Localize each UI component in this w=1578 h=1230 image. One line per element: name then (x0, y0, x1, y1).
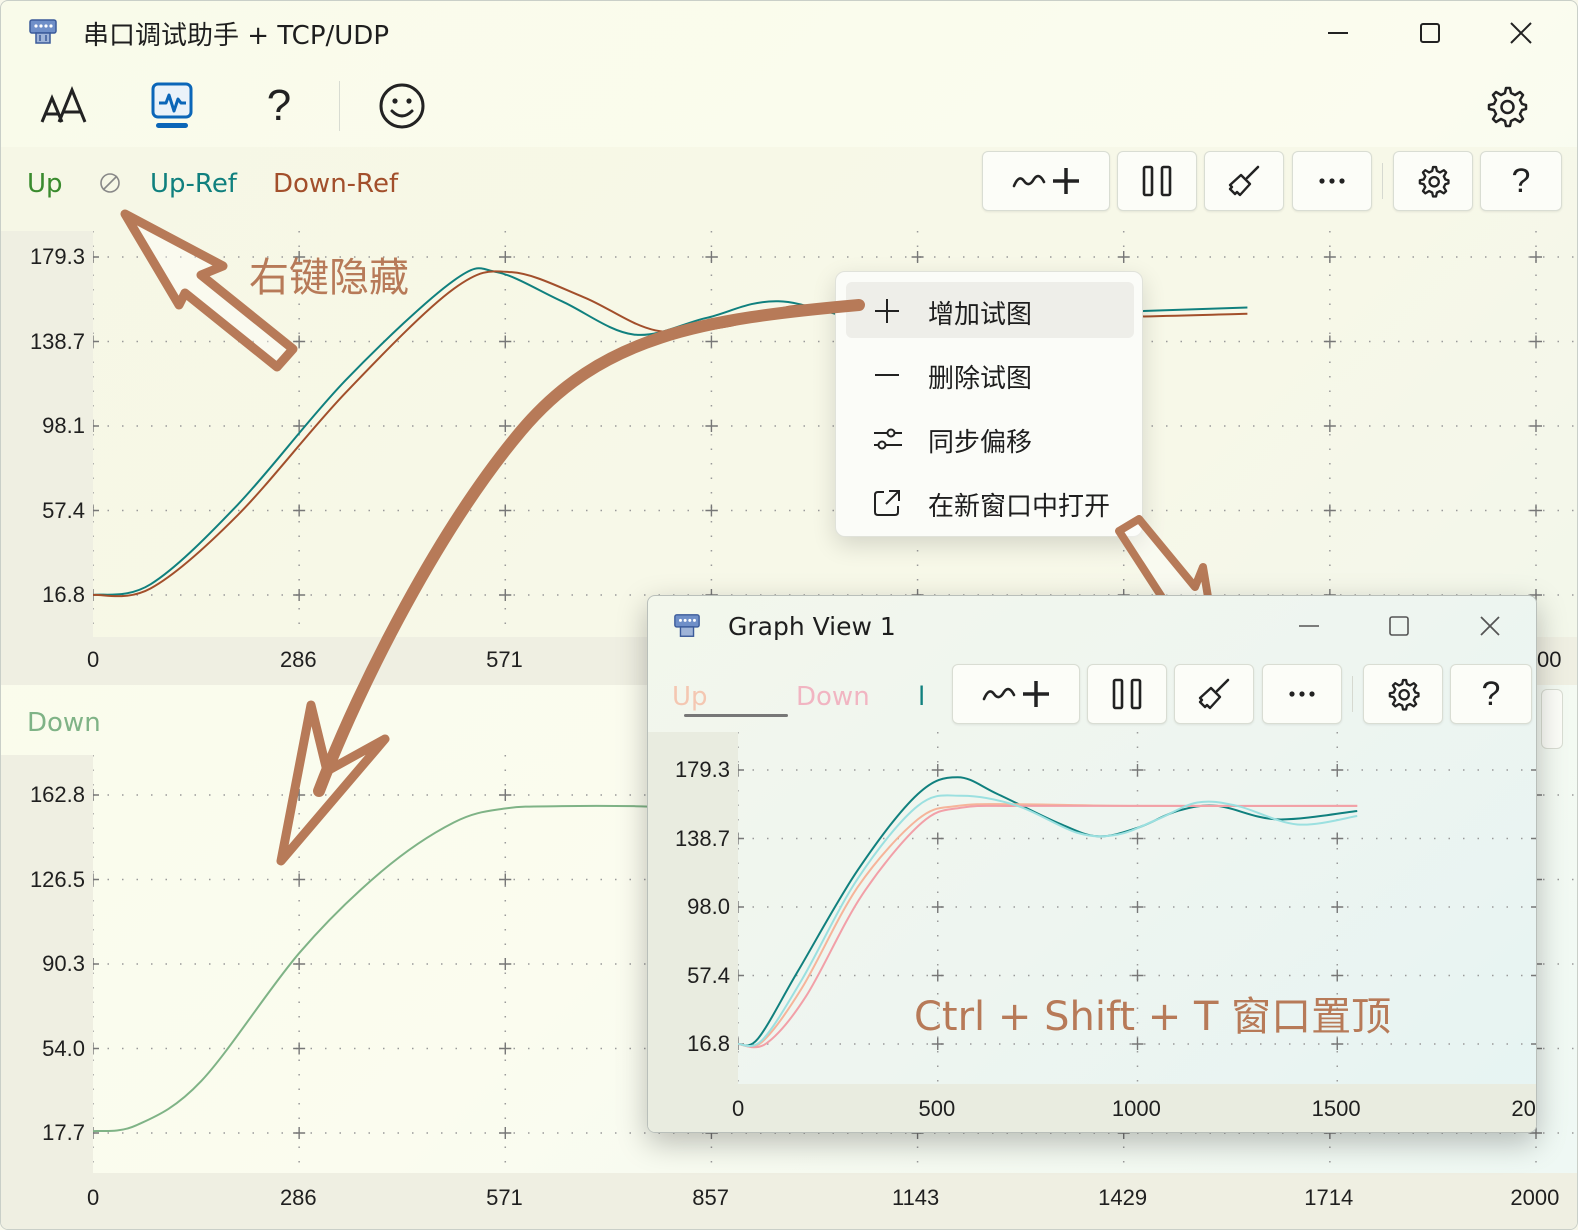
pause-icon (1112, 678, 1142, 710)
gv-help-button[interactable]: ? (1450, 664, 1532, 724)
main-window: 串口调试助手 + TCP/UDP ? Up Up-Ref Down-Ref ? … (0, 0, 1578, 1230)
topmost-hint-text: Ctrl + Shift + T 窗口置顶 (914, 994, 1392, 1040)
grid-cross (738, 832, 744, 845)
y-tick-label: 98.0 (687, 894, 730, 919)
grid-cross (738, 901, 744, 913)
grid-cross (1531, 906, 1536, 908)
grid-cross (1331, 969, 1344, 982)
x-tick-label: 500 (918, 1096, 956, 1121)
grid-cross (1531, 974, 1536, 977)
grid-cross (1531, 837, 1536, 840)
hide-hint-text: 右键隐藏 (249, 255, 409, 301)
x-tick-label: 2000 (1511, 1096, 1536, 1121)
broom-icon (1198, 678, 1230, 710)
app-icon (674, 614, 700, 637)
add-view-arrow-head (276, 700, 390, 866)
x-tick-label: 1000 (1111, 1096, 1161, 1121)
gv-pause-button[interactable] (1087, 664, 1167, 724)
gv-xaxis-band (648, 1084, 1536, 1132)
grid-cross (1531, 769, 1536, 771)
grid-cross (1331, 764, 1344, 776)
gv-toolbar-divider (1352, 676, 1353, 712)
gv-legend-partial[interactable]: l (918, 682, 928, 712)
grid-cross (1131, 832, 1144, 845)
wave-plus-icon (982, 681, 1049, 707)
gv-add-series-button[interactable] (952, 664, 1080, 724)
gv-legend-up[interactable]: Up (672, 682, 708, 712)
grid-cross (1131, 969, 1144, 982)
grid-cross (931, 969, 944, 982)
y-tick-label: 57.4 (687, 962, 730, 988)
gv-more-button[interactable] (1262, 664, 1342, 724)
maximize-icon (1389, 616, 1409, 636)
more-icon (1289, 691, 1315, 697)
y-tick-label: 179.3 (674, 757, 730, 782)
grid-cross (1131, 901, 1144, 913)
gv-settings-button[interactable] (1363, 664, 1443, 724)
gear-icon (1388, 678, 1420, 711)
y-tick-label: 16.8 (687, 1031, 730, 1056)
graph-maximize-button[interactable] (1376, 604, 1422, 648)
grid-cross (1331, 901, 1344, 913)
grid-cross (931, 764, 944, 776)
legend-scrollbar[interactable] (684, 714, 788, 717)
x-tick-label: 1500 (1311, 1096, 1361, 1121)
y-tick-label: 138.7 (674, 825, 730, 851)
close-icon (1480, 616, 1500, 636)
gv-legend-down[interactable]: Down (796, 682, 870, 712)
graph-view-window: Graph View 1 Up Down l ? 179.3 138.7 98.… (647, 595, 1537, 1133)
graph-minimize-button[interactable] (1286, 604, 1332, 648)
graph-window-title: Graph View 1 (728, 612, 896, 641)
help-icon: ? (1481, 674, 1501, 713)
grid-cross (1131, 764, 1144, 776)
gv-clear-button[interactable] (1174, 664, 1254, 724)
grid-cross (738, 764, 744, 776)
grid-cross (931, 832, 944, 845)
grid-cross (931, 901, 944, 913)
grid-cross (1331, 832, 1344, 845)
graph-close-button[interactable] (1467, 604, 1513, 648)
minimize-icon (1299, 625, 1319, 627)
grid-cross (1531, 1043, 1536, 1045)
grid-cross (738, 969, 744, 982)
x-tick-label: 0 (732, 1096, 745, 1121)
